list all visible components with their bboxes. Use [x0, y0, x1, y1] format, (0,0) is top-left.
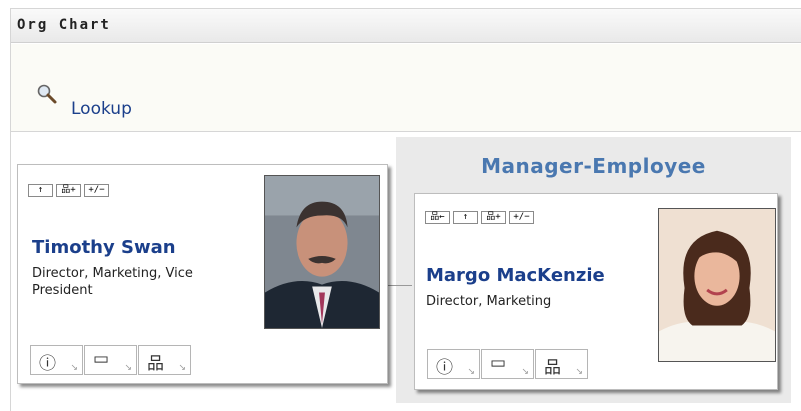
info-icon: ⓘ — [436, 358, 453, 378]
lookup-bar: Lookup — [11, 44, 801, 132]
person-name[interactable]: Margo MacKenzie — [426, 265, 605, 286]
person-card-timothy-swan: ↑ 品+ +/− Timothy Swan Director, Marketin… — [17, 164, 388, 384]
email-card-icon: ▭ — [490, 353, 507, 373]
show-manager-button[interactable]: 品← — [425, 211, 450, 224]
person-photo — [264, 175, 380, 329]
person-photo — [658, 208, 776, 362]
org-connector-line — [388, 285, 412, 286]
email-card-icon: ▭ — [93, 349, 110, 369]
person-title: Director, Marketing, Vice President — [32, 266, 193, 298]
go-up-button[interactable]: ↑ — [453, 211, 478, 224]
org-button[interactable]: 品 ↘ — [138, 345, 191, 375]
email-button[interactable]: ▭ ↘ — [481, 349, 534, 379]
expand-reports-button[interactable]: 品+ — [481, 211, 506, 224]
org-tree-icon: 品 — [147, 354, 164, 374]
lookup-link[interactable]: Lookup — [71, 99, 132, 119]
magnifier-icon[interactable] — [36, 83, 58, 105]
org-button[interactable]: 品 ↘ — [535, 349, 588, 379]
info-icon: ⓘ — [39, 354, 56, 374]
org-tree-icon: 品 — [544, 358, 561, 378]
card-actions: ⓘ ↘ ▭ ↘ 品 ↘ — [427, 349, 589, 379]
manager-employee-title: Manager-Employee — [481, 154, 706, 178]
card-toolbar: ↑ 品+ +/− — [28, 184, 109, 197]
go-up-button[interactable]: ↑ — [28, 184, 53, 197]
card-actions: ⓘ ↘ ▭ ↘ 品 ↘ — [30, 345, 192, 375]
toggle-expand-button[interactable]: +/− — [84, 184, 109, 197]
card-toolbar: 品← ↑ 品+ +/− — [425, 211, 534, 224]
toggle-expand-button[interactable]: +/− — [509, 211, 534, 224]
person-name[interactable]: Timothy Swan — [32, 237, 176, 258]
portlet-titlebar: Org Chart — [11, 9, 801, 43]
expand-reports-button[interactable]: 品+ — [56, 184, 81, 197]
portlet-title: Org Chart — [17, 17, 111, 33]
info-button[interactable]: ⓘ ↘ — [427, 349, 480, 379]
person-card-margo-mackenzie: 品← ↑ 品+ +/− Margo MacKenzie Director, Ma… — [414, 193, 778, 390]
person-title: Director, Marketing — [426, 294, 552, 309]
email-button[interactable]: ▭ ↘ — [84, 345, 137, 375]
info-button[interactable]: ⓘ ↘ — [30, 345, 83, 375]
